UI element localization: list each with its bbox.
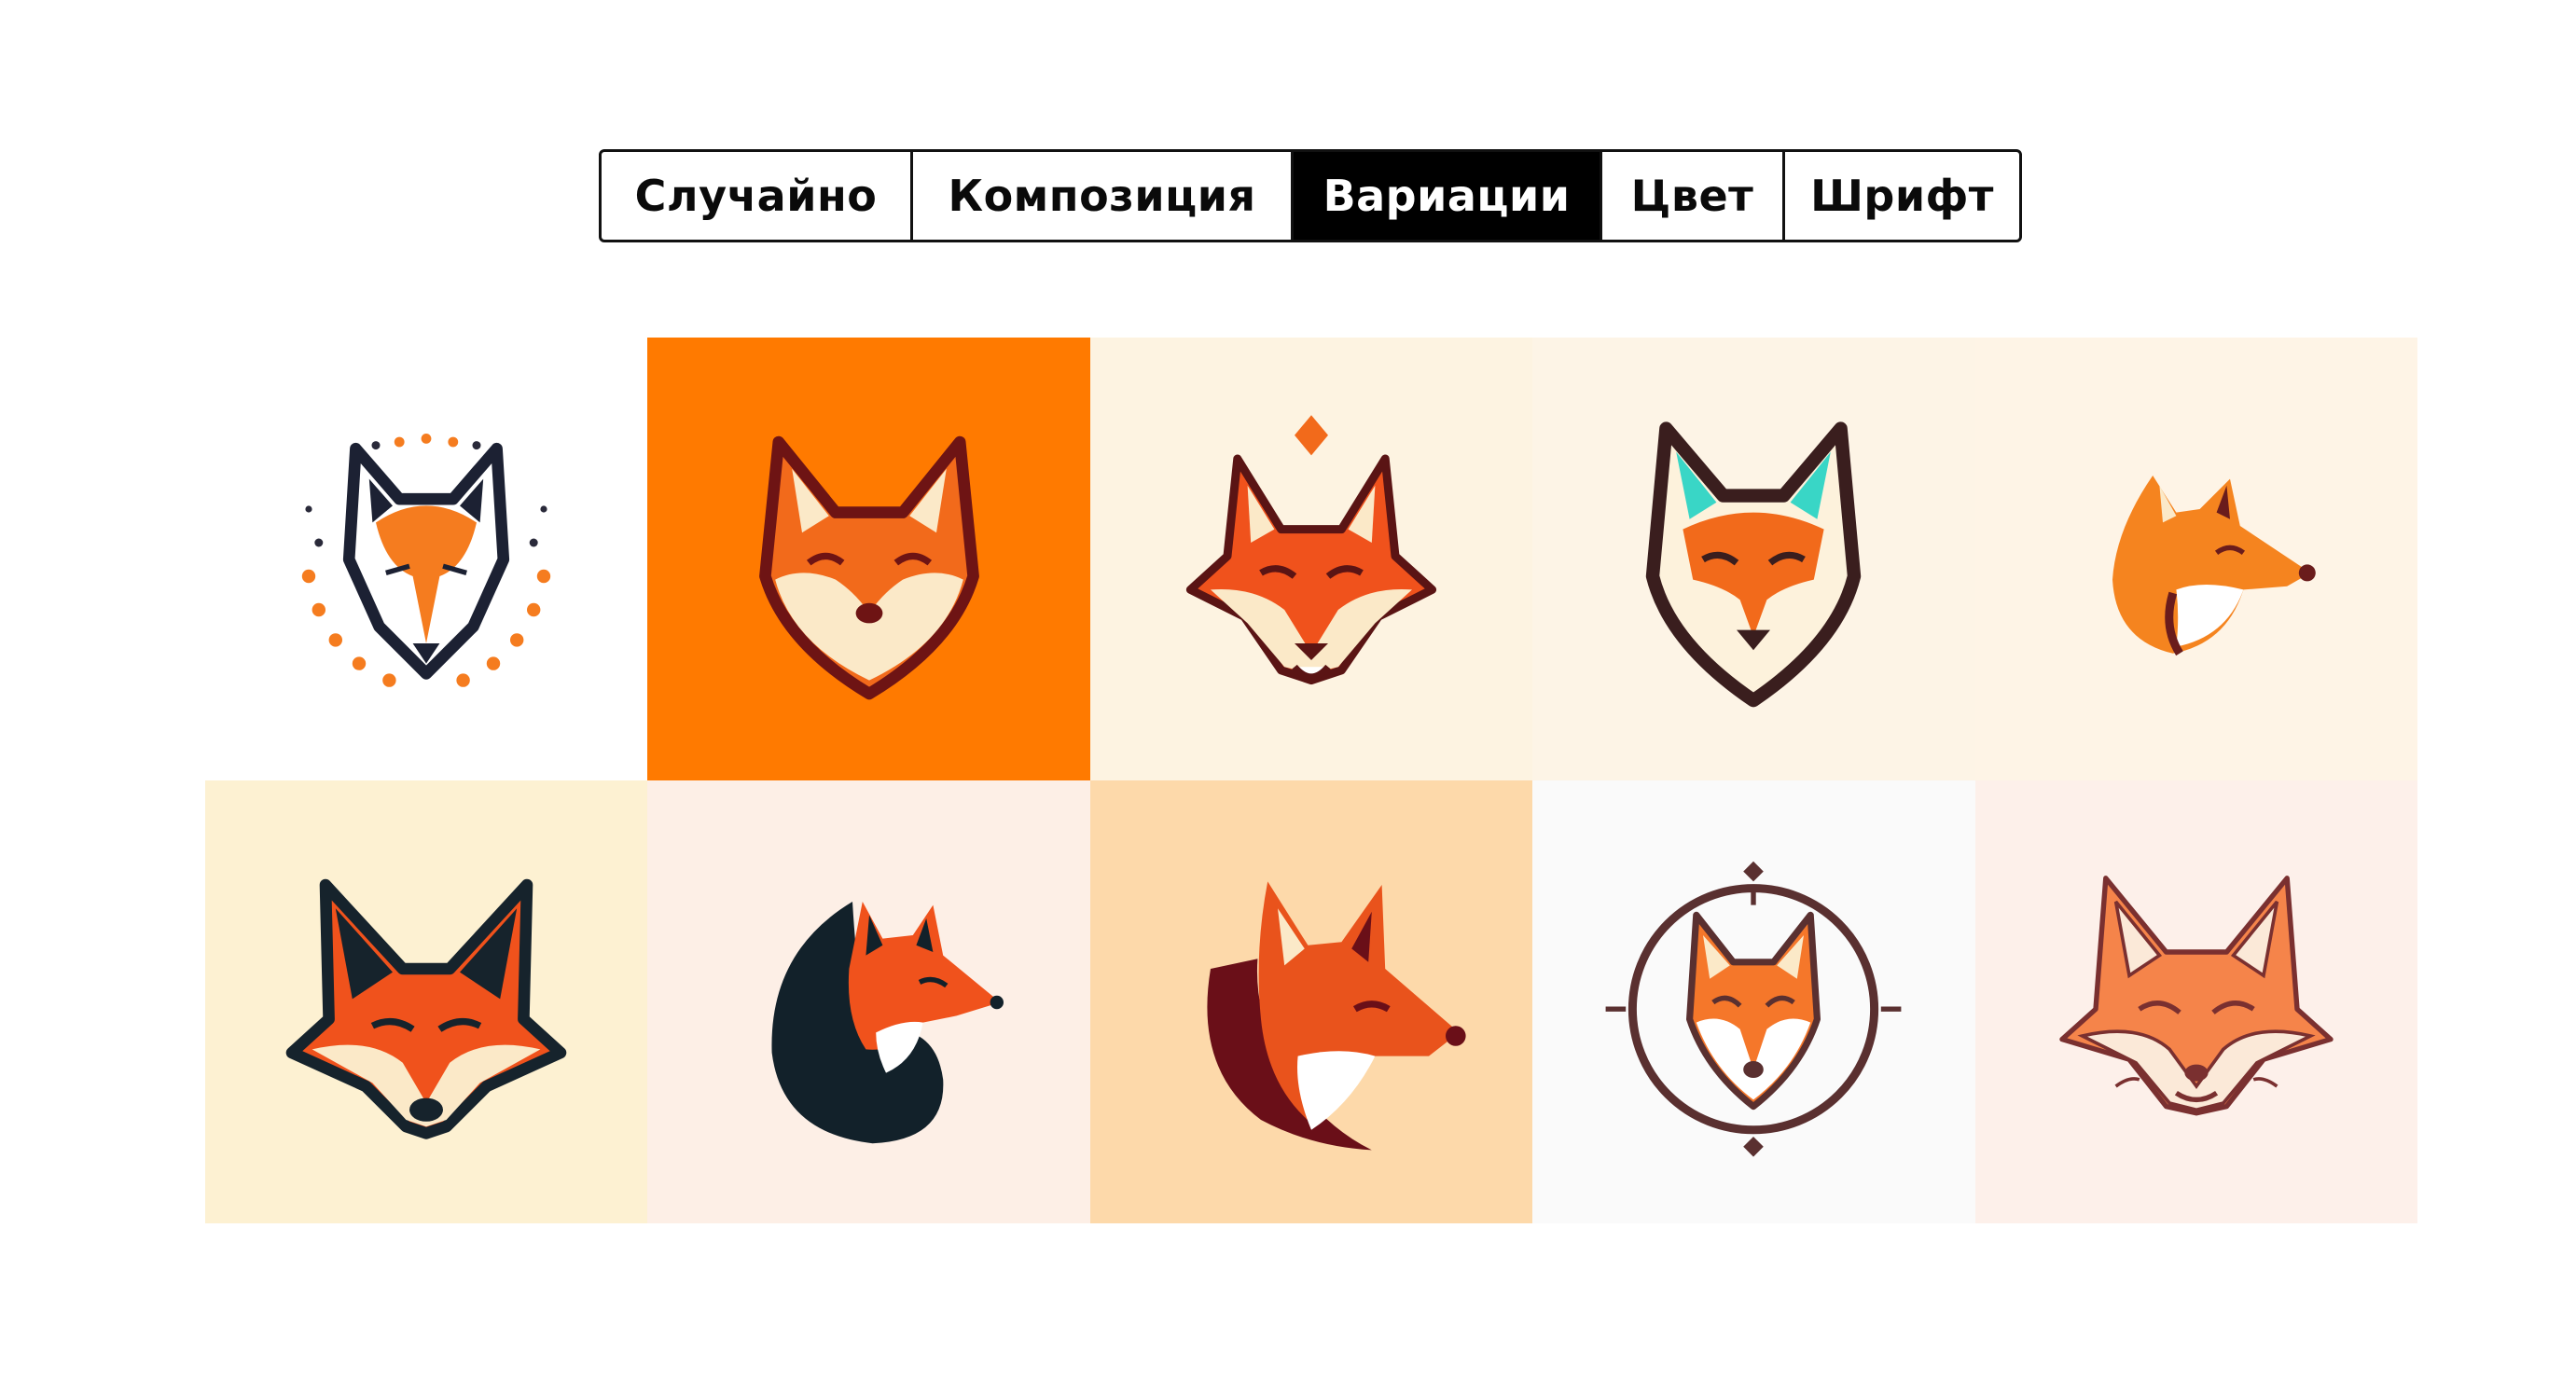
logo-tile[interactable] [205, 338, 648, 780]
tab-random[interactable]: Случайно [602, 152, 913, 240]
tab-color[interactable]: Цвет [1602, 152, 1785, 240]
fox-diamond-crest-icon [1185, 414, 1437, 684]
fox-dark-ears-icon [285, 878, 567, 1139]
logo-variations-grid [205, 338, 2417, 1223]
logo-tile[interactable] [647, 338, 1090, 780]
fox-teal-ears-icon [1646, 421, 1862, 707]
logo-tile[interactable] [1974, 338, 2417, 780]
fox-outline-smiling-icon [2059, 875, 2334, 1115]
tab-composition[interactable]: Композиция [913, 152, 1294, 240]
fox-curled-tail-icon [771, 901, 1004, 1143]
fox-profile-small-icon [2112, 475, 2316, 656]
tab-font[interactable]: Шрифт [1785, 152, 2019, 240]
logo-tile[interactable] [1089, 780, 1533, 1223]
logo-tile[interactable] [647, 780, 1090, 1223]
logo-tile[interactable] [1532, 780, 1975, 1223]
logo-tile[interactable] [205, 780, 648, 1223]
fox-circle-emblem-icon [1605, 861, 1902, 1157]
fox-smiling-head-icon [758, 435, 979, 699]
variation-tabs: Случайно Композиция Вариации Цвет Шрифт [599, 149, 2022, 242]
fox-wolf-dotted-ring-icon [301, 433, 551, 687]
logo-tile[interactable] [1089, 338, 1533, 780]
logo-tile[interactable] [1974, 780, 2417, 1223]
fox-profile-large-icon [1207, 880, 1466, 1150]
logo-tile[interactable] [1532, 338, 1975, 780]
tab-variations[interactable]: Вариации [1294, 152, 1602, 240]
